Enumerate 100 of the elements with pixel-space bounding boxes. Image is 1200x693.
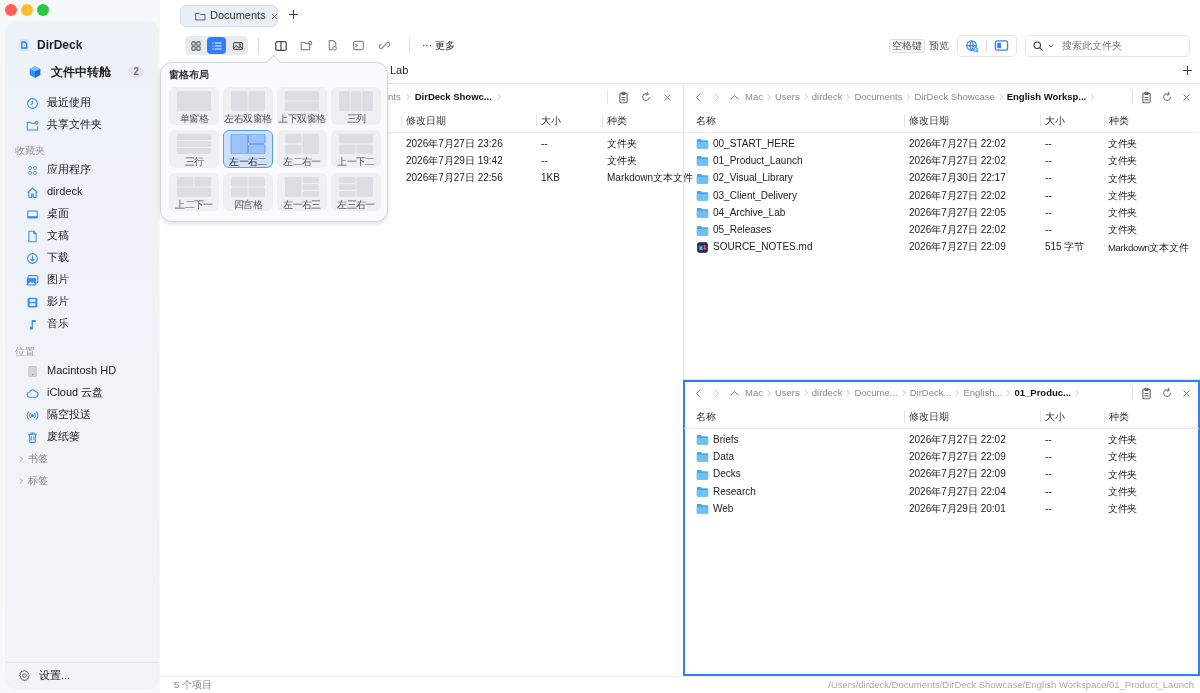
file-kind: 文件夹 (1107, 172, 1139, 184)
layout-option[interactable]: 左二右一 (277, 130, 327, 168)
column-header[interactable]: 修改日期 (904, 410, 1040, 423)
tab[interactable]: Documents (180, 5, 278, 27)
layout-option[interactable]: 左一右三 (277, 173, 327, 211)
breadcrumb-item[interactable]: DirDeck Showc... (413, 91, 493, 103)
column-header[interactable]: 名称 (684, 114, 904, 127)
app-name: DirDeck (37, 37, 83, 53)
breadcrumb-item[interactable]: English Worksp... (1005, 91, 1088, 103)
breadcrumb-item[interactable]: Documents (853, 91, 904, 103)
breadcrumb-item[interactable]: Users (773, 91, 801, 103)
layout-option[interactable]: 左一右二 (223, 130, 273, 168)
column-header[interactable]: 大小 (1040, 114, 1104, 127)
sidebar-item[interactable]: 音乐 (6, 313, 158, 335)
file-name[interactable]: 05_Releases (713, 224, 772, 237)
modified-date: 2026年7月27日 22:02 (908, 189, 1007, 202)
file-kind: 文件夹 (1107, 503, 1139, 515)
pane-tab[interactable]: Lab (390, 63, 409, 78)
file-name[interactable]: 03_Client_Delivery (713, 189, 797, 202)
sidebar-item[interactable]: Macintosh HD (6, 360, 158, 382)
file-kind: 文件夹 (1107, 485, 1139, 498)
column-header[interactable]: 种类 (1104, 410, 1199, 423)
file-size: -- (1044, 450, 1053, 463)
current-path: /Users/dirdeck/Documents/DirDeck Showcase/English Workspace/01_Product_Launch (828, 679, 1194, 691)
breadcrumb-item[interactable]: Mac (744, 387, 764, 399)
file-name[interactable]: SOURCE_NOTES.md (713, 241, 813, 254)
layout-option[interactable]: 三行 (169, 130, 219, 168)
sidebar-item[interactable]: iCloud 云盘 (6, 382, 158, 404)
modified-date: 2026年7月27日 23:26 (405, 137, 504, 150)
search-input[interactable]: 搜索此文件夹 (1062, 39, 1180, 52)
breadcrumb-item[interactable]: dirdeck (810, 387, 844, 399)
file-size: -- (1044, 137, 1053, 150)
sidebar-item[interactable]: 影片 (6, 291, 158, 313)
column-header[interactable]: 大小 (536, 114, 602, 127)
file-size: -- (1044, 433, 1053, 446)
file-kind: 文件夹 (606, 154, 638, 167)
layout-option[interactable]: 左右双窗格 (223, 87, 273, 125)
column-header[interactable]: 名称 (684, 410, 904, 423)
file-size: -- (1044, 468, 1053, 481)
column-header[interactable]: 修改日期 (904, 114, 1040, 127)
column-header[interactable]: 种类 (1104, 114, 1199, 127)
search-bar[interactable]: 搜索此文件夹 (1025, 34, 1190, 57)
file-size: 1KB (540, 172, 561, 185)
sidebar-item[interactable]: 下载 (6, 247, 158, 269)
layout-option[interactable]: 上二下一 (169, 173, 219, 211)
layout-option[interactable]: 三列 (331, 87, 381, 125)
modified-date: 2026年7月27日 22:09 (908, 468, 1007, 481)
file-name[interactable]: Decks (713, 468, 741, 481)
file-name[interactable]: Web (713, 502, 734, 515)
file-name[interactable]: Research (713, 485, 756, 498)
sidebar-item[interactable]: 桌面 (6, 203, 158, 225)
file-name[interactable]: Briefs (713, 433, 739, 446)
column-header[interactable]: 修改日期 (401, 114, 536, 127)
modified-date: 2026年7月27日 22:02 (908, 154, 1007, 167)
file-size: -- (1044, 224, 1053, 237)
layout-option[interactable]: 四宫格 (223, 173, 273, 211)
breadcrumb-item[interactable]: dirdeck (810, 91, 844, 103)
sidebar-item[interactable]: 共享文件夹 (6, 114, 158, 136)
file-size: -- (1044, 485, 1053, 498)
more-button[interactable]: ··· 更多 (420, 39, 457, 52)
column-header[interactable]: 大小 (1040, 410, 1104, 423)
breadcrumb-item[interactable]: English... (962, 387, 1004, 399)
modified-date: 2026年7月27日 22:04 (908, 485, 1007, 498)
modified-date: 2026年7月27日 22:02 (908, 137, 1007, 150)
sidebar-item[interactable]: dirdeck (6, 181, 158, 203)
sidebar-item[interactable]: 文件中转舱 2 (6, 61, 158, 83)
breadcrumb-item[interactable]: DirDeck... (908, 387, 953, 399)
file-name[interactable]: 04_Archive_Lab (713, 206, 786, 219)
section-title: 收藏夹 (14, 144, 46, 158)
breadcrumb-item[interactable]: Docume... (853, 387, 899, 399)
sidebar-item[interactable]: 隔空投送 (6, 404, 158, 426)
file-size: -- (1044, 172, 1053, 185)
breadcrumb-item[interactable]: 01_Produc... (1013, 387, 1072, 399)
preview-label: 预览 (929, 39, 949, 52)
layout-option[interactable]: 上下双窗格 (277, 87, 327, 125)
file-name[interactable]: Data (713, 450, 735, 463)
sidebar-item[interactable]: 应用程序 (6, 159, 158, 181)
sidebar-item[interactable]: 最近使用 (6, 92, 158, 114)
file-kind: 文件夹 (1107, 433, 1139, 446)
file-kind: 文件夹 (606, 137, 638, 150)
file-name[interactable]: 01_Product_Launch (713, 154, 803, 167)
breadcrumb-item[interactable]: Mac (744, 91, 764, 103)
modified-date: 2026年7月27日 22:09 (908, 241, 1007, 254)
column-header[interactable]: 种类 (602, 114, 682, 127)
file-name[interactable]: 02_Visual_Library (713, 172, 793, 185)
sidebar-item[interactable]: 图片 (6, 269, 158, 291)
file-kind: 文件夹 (1107, 224, 1139, 236)
layout-option[interactable]: 上一下二 (331, 130, 381, 168)
layout-option[interactable]: 左三右一 (331, 173, 381, 211)
layout-option[interactable]: 单窗格 (169, 87, 219, 125)
modified-date: 2026年7月27日 22:02 (908, 433, 1007, 446)
file-kind: 文件夹 (1107, 468, 1139, 480)
sidebar-item[interactable]: 废纸篓 (6, 426, 158, 448)
sidebar-item[interactable]: 文稿 (6, 225, 158, 247)
sidebar-group[interactable]: 标签 (6, 470, 158, 492)
breadcrumb-item[interactable]: nts (387, 91, 402, 103)
settings-button[interactable]: 设置... (6, 662, 158, 688)
breadcrumb-item[interactable]: DirDeck Showcase (913, 91, 996, 103)
breadcrumb-item[interactable]: Users (773, 387, 801, 399)
file-name[interactable]: 00_START_HERE (713, 137, 795, 150)
